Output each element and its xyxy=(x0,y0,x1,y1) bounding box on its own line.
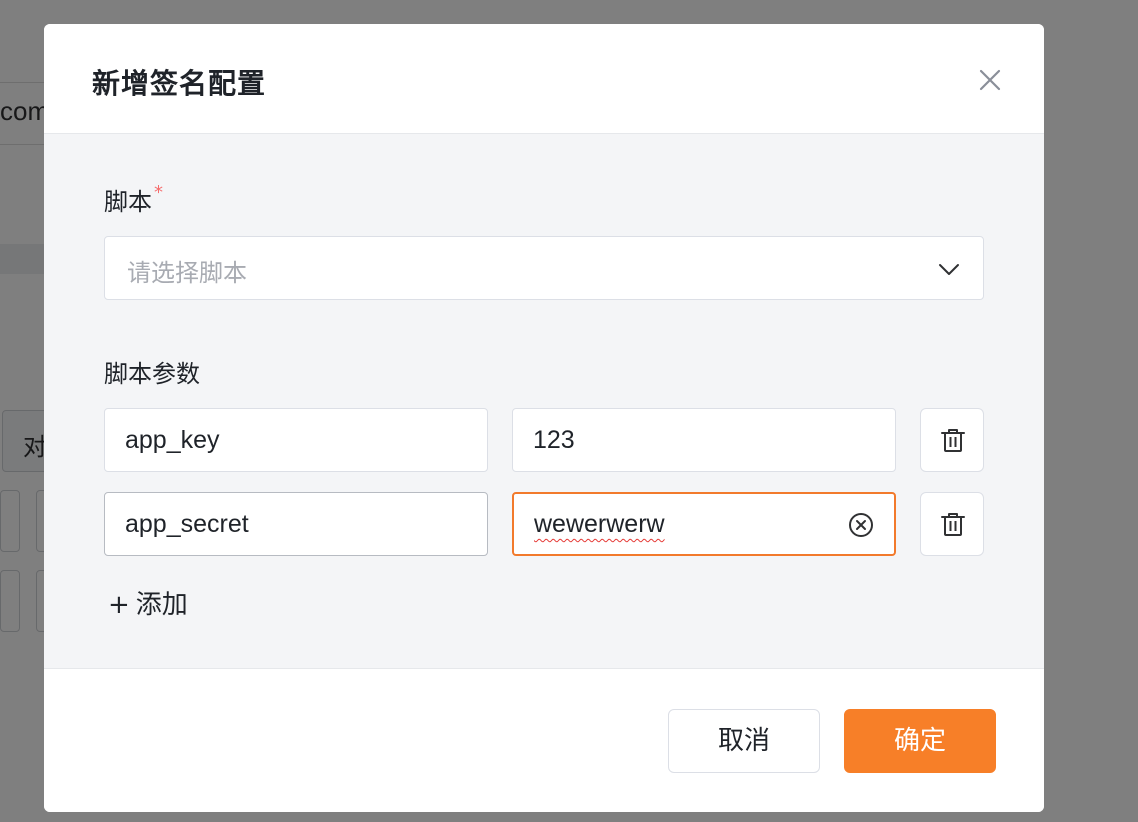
dialog-title: 新增签名配置 xyxy=(92,67,267,100)
trash-icon xyxy=(941,513,965,536)
delete-param-button[interactable] xyxy=(920,492,984,556)
script-params-label: 脚本参数 xyxy=(104,360,200,388)
clear-circle-icon[interactable] xyxy=(848,512,874,538)
param-value-text: wewerwerw xyxy=(534,510,665,538)
script-select-placeholder: 请选择脚本 xyxy=(127,259,247,287)
close-button[interactable] xyxy=(974,64,1006,96)
script-select[interactable]: 请选择脚本 xyxy=(104,236,984,300)
script-label-text: 脚本 xyxy=(104,188,152,216)
add-param-label: 添加 xyxy=(135,590,188,620)
confirm-button[interactable]: 确定 xyxy=(844,709,996,773)
cancel-button[interactable]: 取消 xyxy=(668,709,820,773)
plus-icon: + xyxy=(108,590,130,620)
param-value-input-focused[interactable]: wewerwerw xyxy=(512,492,896,556)
chevron-down-icon xyxy=(939,264,959,275)
param-key-input[interactable] xyxy=(104,492,488,556)
add-param-button[interactable]: + 添加 xyxy=(108,584,188,621)
dialog-header: 新增签名配置 xyxy=(44,24,1044,134)
close-icon xyxy=(979,69,1001,91)
trash-icon xyxy=(941,429,965,452)
dialog-body: 脚本* 请选择脚本 脚本参数 wewerwerw xyxy=(44,134,1044,669)
param-value-input[interactable] xyxy=(512,408,896,472)
param-key-input[interactable] xyxy=(104,408,488,472)
signature-config-dialog: 新增签名配置 脚本 * 请选择脚本 脚本参数 app_key 123 app_s… xyxy=(44,24,1044,812)
required-mark: * xyxy=(154,182,163,203)
script-label: 脚本 * xyxy=(104,182,163,217)
delete-param-button[interactable] xyxy=(920,408,984,472)
dialog-footer: 取消 确定 xyxy=(44,669,1044,812)
